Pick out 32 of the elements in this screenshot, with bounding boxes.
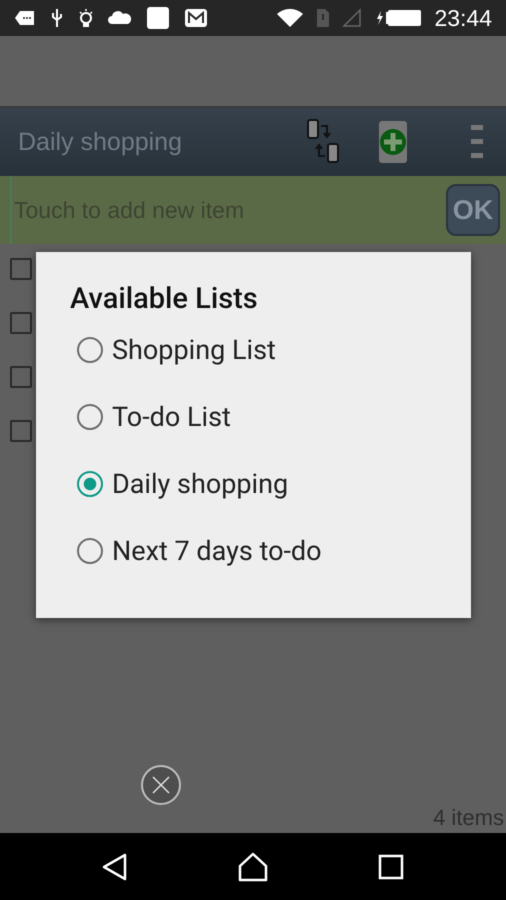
- back-icon[interactable]: [102, 852, 128, 880]
- list-option[interactable]: Daily shopping: [112, 468, 288, 500]
- battery-icon: [374, 9, 422, 27]
- sim-icon: [316, 8, 330, 28]
- radio-button[interactable]: [77, 336, 103, 362]
- list-title: Daily shopping: [18, 128, 183, 156]
- list-option[interactable]: Next 7 days to-do: [112, 534, 322, 566]
- item-checkbox[interactable]: [10, 258, 32, 280]
- message-icon: [14, 10, 36, 26]
- signal-icon: [342, 8, 362, 28]
- list-option[interactable]: Shopping List: [112, 334, 276, 366]
- usb-icon: [50, 8, 64, 28]
- radio-button[interactable]: [77, 470, 103, 496]
- dialog-title: Available Lists: [70, 282, 259, 316]
- close-icon[interactable]: [140, 764, 182, 806]
- square-icon: [146, 6, 170, 30]
- menu-icon[interactable]: [470, 123, 484, 161]
- item-checkbox[interactable]: [10, 420, 32, 442]
- item-checkbox[interactable]: [10, 366, 32, 388]
- item-checkbox[interactable]: [10, 312, 32, 334]
- cloud-icon: [108, 11, 132, 25]
- home-icon[interactable]: [238, 852, 268, 882]
- list-option[interactable]: To-do List: [112, 400, 231, 432]
- mail-icon: [184, 8, 208, 28]
- swap-devices-icon[interactable]: [306, 118, 340, 166]
- add-icon[interactable]: [378, 120, 408, 164]
- wifi-icon: [276, 8, 304, 28]
- clock-time: 23:44: [434, 4, 492, 32]
- radio-button[interactable]: [77, 404, 103, 430]
- bulb-icon: [78, 8, 94, 28]
- radio-button[interactable]: [77, 538, 103, 564]
- recents-icon[interactable]: [378, 854, 404, 880]
